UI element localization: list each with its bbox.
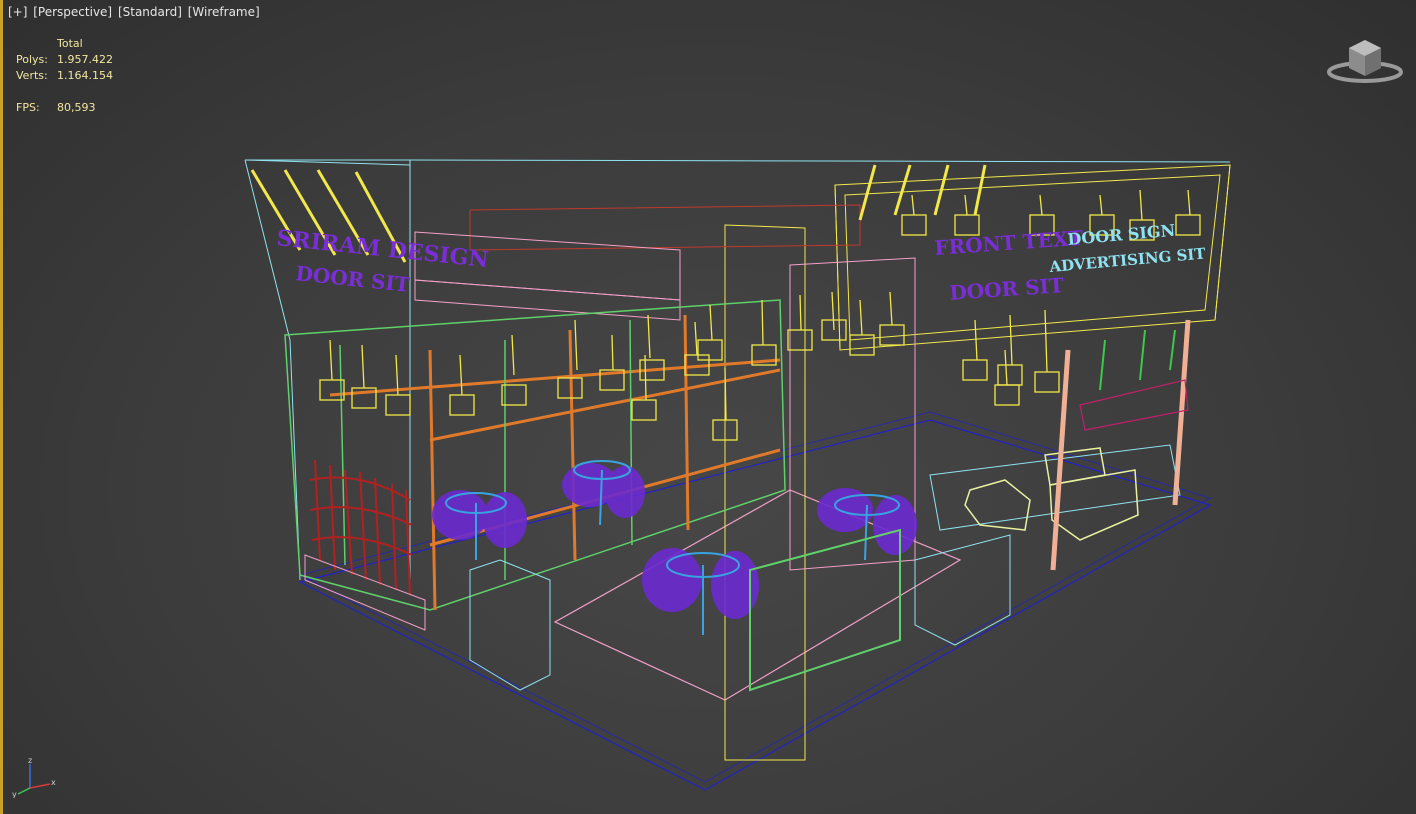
green-hangers: [1099, 329, 1176, 391]
svg-text:FRONT TEXT: FRONT TEXT: [934, 226, 1084, 260]
axis-z-label: z: [28, 756, 32, 765]
left-seating-frame: [284, 299, 786, 611]
svg-text:DOOR SIT: DOOR SIT: [949, 273, 1065, 305]
magenta-shelves: [1079, 379, 1189, 431]
svg-text:DOOR SIT: DOOR SIT: [294, 261, 410, 297]
lounge-sofas: [964, 447, 1139, 541]
viewcube-icon[interactable]: [1326, 34, 1404, 86]
left-wall-sign: SRIRAM DESIGN DOOR SIT: [275, 225, 489, 297]
axis-tripod-icon: z x y: [12, 756, 56, 798]
right-booth-sign-cyan: DOOR SIGN ADVERTISING SIT: [1048, 221, 1207, 276]
axis-y-label: y: [12, 790, 17, 798]
wireframe-scene[interactable]: SRIRAM DESIGN DOOR SIT FRONT TEXT DOOR S…: [0, 0, 1416, 814]
axis-x-label: x: [51, 778, 56, 787]
svg-text:DOOR SIGN: DOOR SIGN: [1067, 221, 1176, 249]
